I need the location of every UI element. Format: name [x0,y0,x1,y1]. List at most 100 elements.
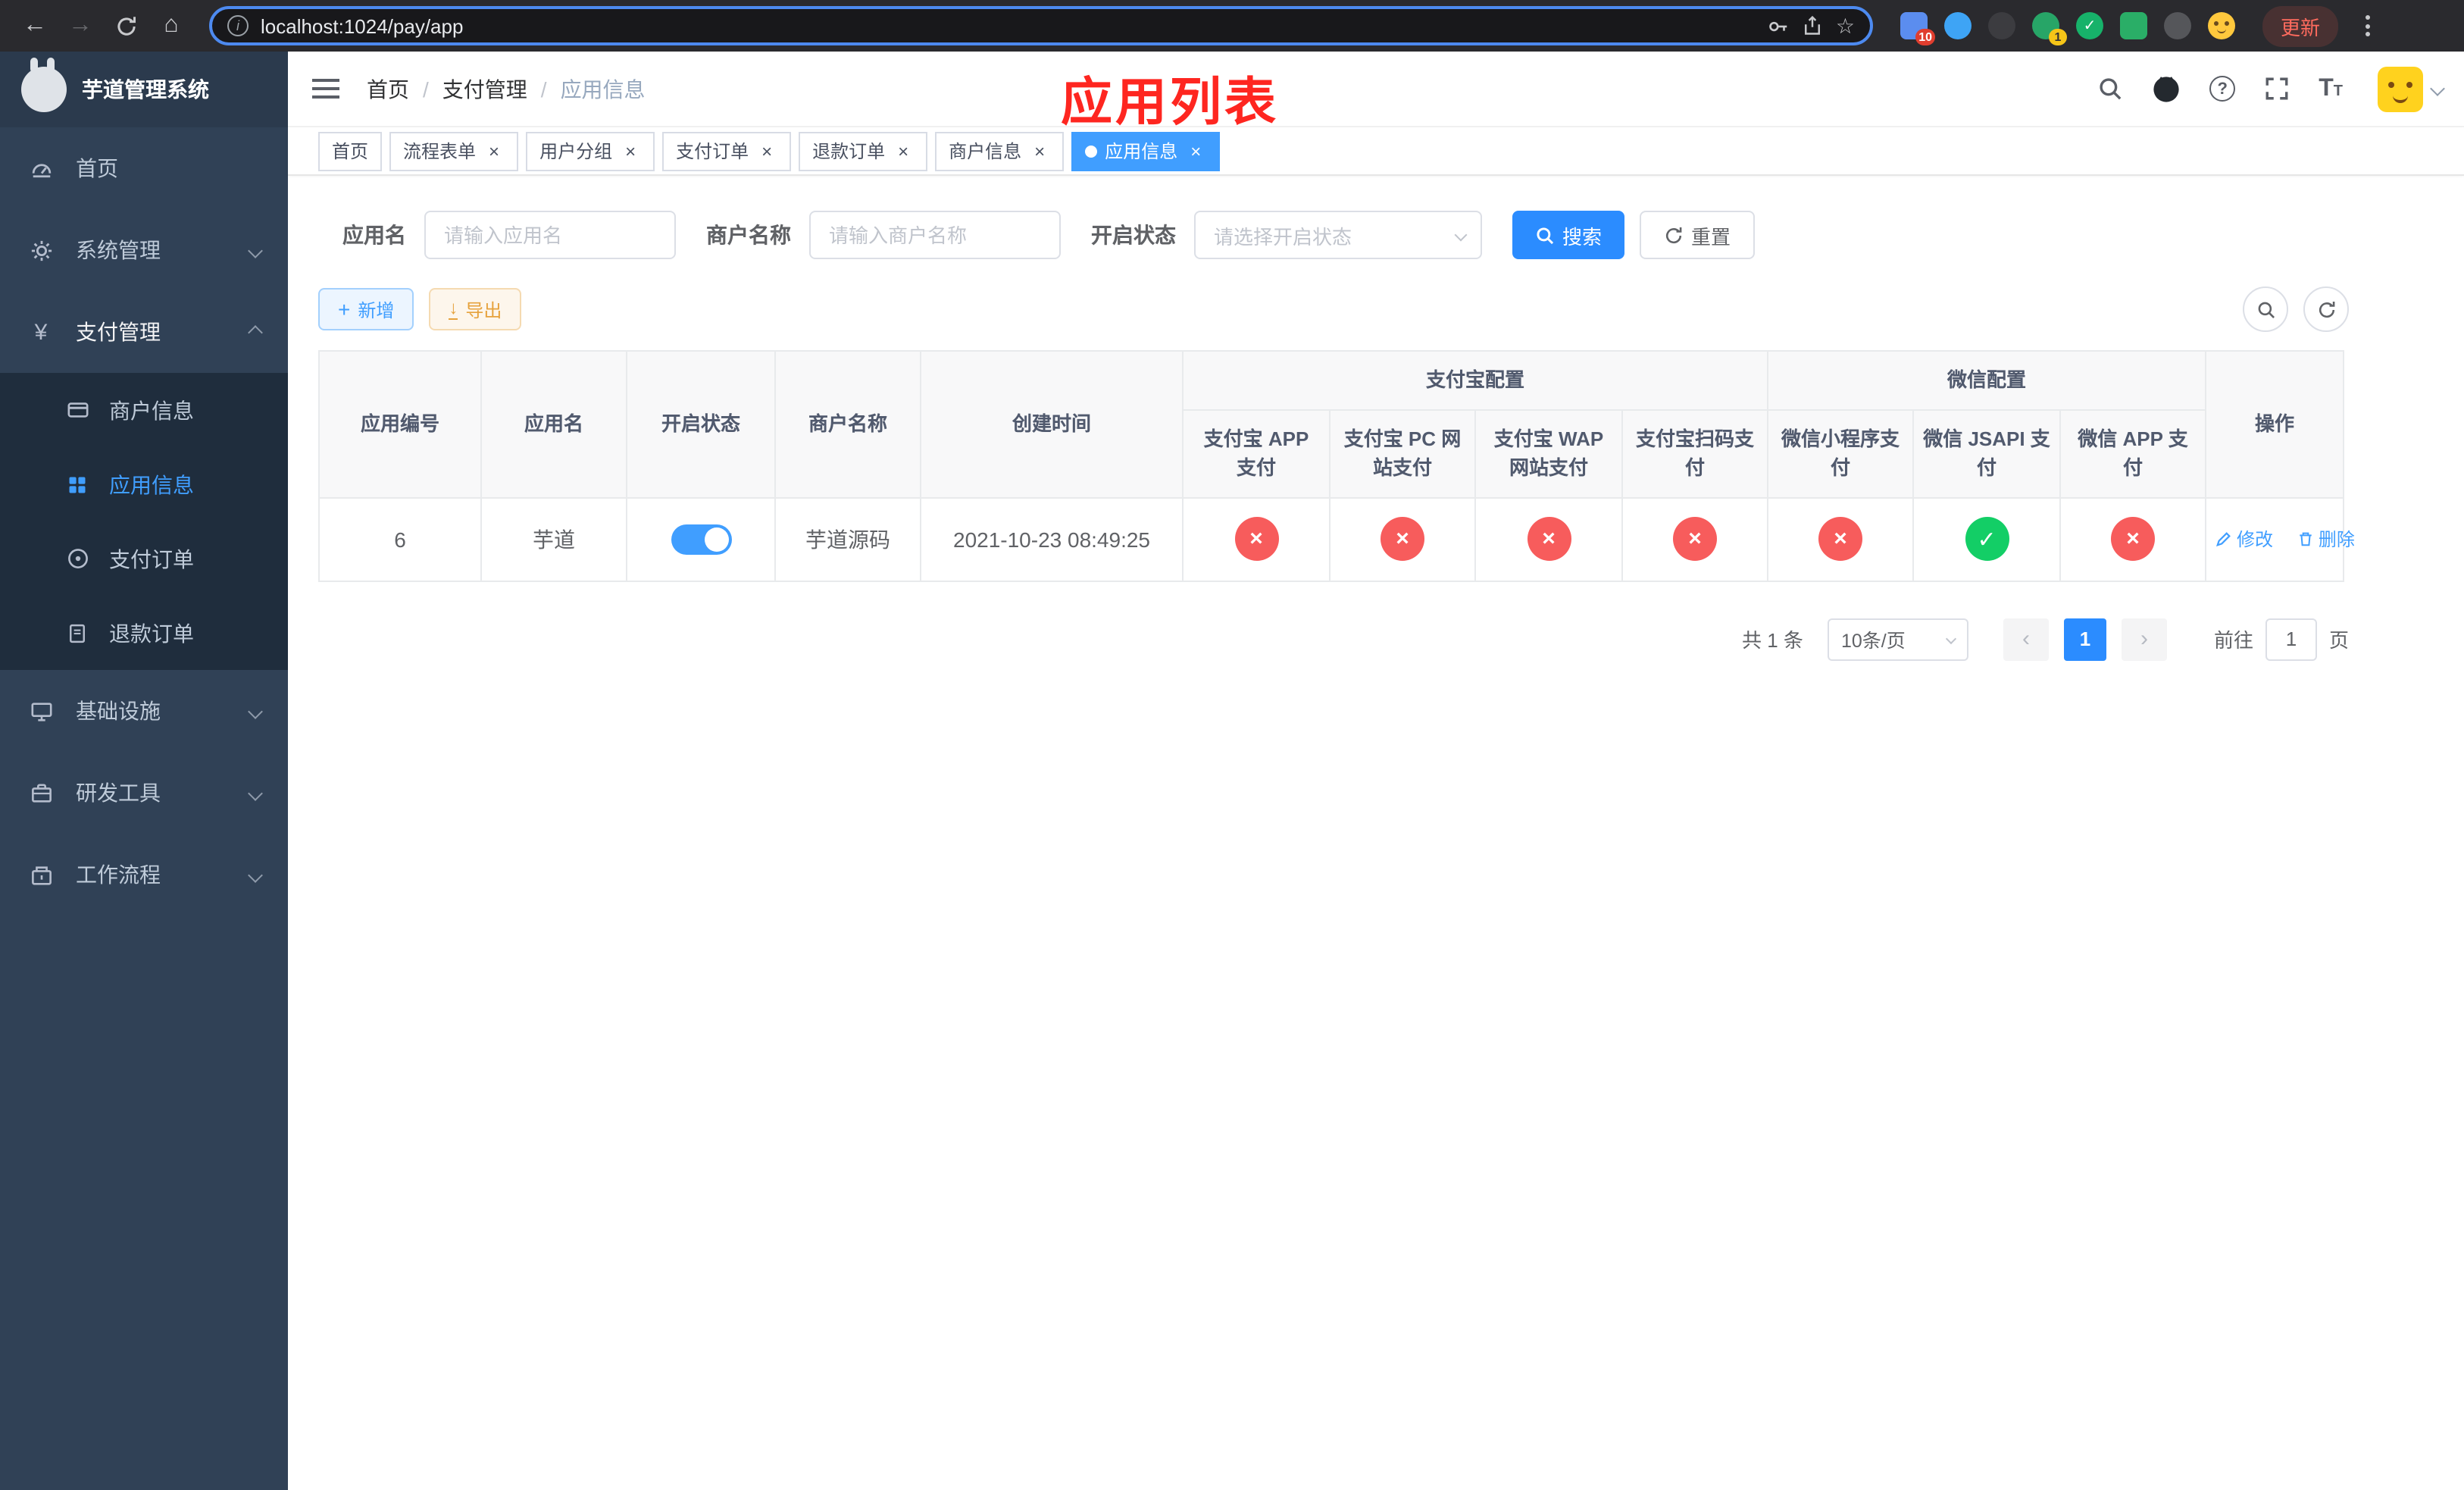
sidebar-item-dev-tools[interactable]: 研发工具 [0,752,288,834]
search-button[interactable]: 搜索 [1512,211,1625,259]
cell-app-id: 6 [318,496,482,581]
status-toggle[interactable] [671,524,731,554]
extension-avatar-icon[interactable]: 1 [2032,12,2067,45]
breadcrumb-home[interactable]: 首页 [367,74,409,104]
tab-merchant-info[interactable]: 商户信息 × [935,131,1065,171]
close-icon[interactable]: × [620,140,641,161]
wx-jsapi-status-icon: ✓ [1965,517,2009,561]
github-icon[interactable] [2152,74,2181,103]
bookmark-star-icon[interactable]: ☆ [1836,13,1855,39]
app-name-input[interactable] [424,211,676,259]
password-key-icon[interactable] [1768,14,1790,37]
close-icon[interactable]: × [1185,140,1206,161]
column-header-alipay-wap: 支付宝 WAP 网站支付 [1474,408,1623,498]
page-size-select[interactable]: 10条/页 [1827,618,1968,660]
profile-avatar-icon[interactable] [2208,12,2235,39]
tab-label: 商户信息 [949,141,1022,162]
browser-update-button[interactable]: 更新 [2262,5,2339,46]
menu-label: 支付管理 [76,320,161,344]
breadcrumb-current: 应用信息 [560,77,646,101]
column-header-wx-jsapi: 微信 JSAPI 支付 [1912,408,2062,498]
breadcrumb-payment[interactable]: 支付管理 [442,74,527,104]
menu-label: 研发工具 [76,781,161,805]
column-header-status: 开启状态 [626,350,776,498]
prev-page-button[interactable]: ‹ [2003,618,2049,660]
toggle-search-button[interactable] [2243,286,2288,332]
select-placeholder: 请选择开启状态 [1214,225,1352,248]
delete-button[interactable]: 删除 [2297,526,2355,552]
extension-check-icon[interactable]: ✓ [2076,12,2103,39]
column-header-alipay-pc: 支付宝 PC 网站支付 [1329,408,1476,498]
menu-label: 商户信息 [109,398,194,422]
close-icon[interactable]: × [1029,140,1050,161]
address-bar[interactable]: i localhost:1024/pay/app ☆ [209,6,1873,45]
alipay-wap-status-icon: × [1527,517,1571,561]
sidebar-item-refund-order[interactable]: 退款订单 [0,596,288,670]
chevron-down-icon [2430,81,2445,96]
tab-user-group[interactable]: 用户分组 × [526,131,655,171]
browser-forward-icon[interactable]: → [61,6,100,45]
breadcrumb-separator: / [540,77,547,101]
fullscreen-icon[interactable] [2264,76,2290,102]
reset-button[interactable]: 重置 [1640,211,1756,259]
page-size-value: 10条/页 [1840,631,1906,652]
goto-page-input[interactable] [2265,618,2317,660]
wx-app-status-icon: × [2111,517,2156,561]
column-header-wx-app: 微信 APP 支付 [2059,408,2207,498]
merchant-name-label: 商户名称 [706,223,791,247]
sidebar-item-infrastructure[interactable]: 基础设施 [0,670,288,752]
app-table: 应用编号 应用名 开启状态 商户名称 创建时间 支付宝配置 微信配置 操作 支付… [318,350,2355,581]
browser-reload-icon[interactable] [106,6,145,45]
merchant-name-input[interactable] [809,211,1061,259]
tab-home[interactable]: 首页 [318,131,383,171]
page-number-button[interactable]: 1 [2063,618,2106,660]
hamburger-icon[interactable] [288,77,364,100]
add-button[interactable]: + 新增 [318,288,414,330]
chevron-down-icon [248,243,263,258]
column-header-wx-mini: 微信小程序支付 [1767,408,1915,498]
status-select[interactable]: 请选择开启状态 [1194,211,1482,259]
tab-pay-order[interactable]: 支付订单 × [662,131,792,171]
refresh-button[interactable] [2303,286,2349,332]
browser-toolbar: ← → ⌂ i localhost:1024/pay/app ☆ 10 1 ✓ [0,0,2464,52]
user-avatar[interactable] [2378,66,2423,111]
sidebar-item-system[interactable]: 系统管理 [0,209,288,291]
sidebar-item-merchant-info[interactable]: 商户信息 [0,373,288,447]
extension-dark-icon[interactable] [1988,12,2015,39]
search-icon[interactable] [2097,76,2123,102]
browser-home-icon[interactable]: ⌂ [152,6,191,45]
sidebar-item-pay-order[interactable]: 支付订单 [0,521,288,596]
close-icon[interactable]: × [483,140,505,161]
goto-unit-label: 页 [2328,629,2349,652]
sidebar-item-payment[interactable]: ¥ 支付管理 [0,291,288,373]
user-menu[interactable] [2378,66,2445,111]
sidebar-item-app-info[interactable]: 应用信息 [0,447,288,521]
tab-app-info[interactable]: 应用信息 × [1071,131,1221,171]
close-icon[interactable]: × [893,140,914,161]
group-header-wechat: 微信配置 [1767,350,2207,410]
browser-menu-icon[interactable] [2359,9,2376,42]
edit-button[interactable]: 修改 [2215,526,2273,552]
sidebar-item-home[interactable]: 首页 [0,127,288,209]
sidebar-item-workflow[interactable]: 工作流程 [0,834,288,916]
breadcrumb: 首页 / 支付管理 / 应用信息 [367,74,646,104]
site-info-icon[interactable]: i [227,15,249,36]
export-button[interactable]: ↓ 导出 [429,288,522,330]
share-icon[interactable] [1803,15,1824,36]
extension-chat-icon[interactable] [2120,12,2147,39]
tab-refund-order[interactable]: 退款订单 × [799,131,928,171]
font-size-icon[interactable]: TT [2319,75,2343,102]
extensions-pin-icon[interactable] [2164,12,2191,39]
card-icon [64,399,91,421]
browser-back-icon[interactable]: ← [15,6,55,45]
main-content: 应用名 商户名称 开启状态 请选择开启状态 搜索 [288,177,2464,1490]
sidebar-menu: 首页 系统管理 ¥ 支付管理 商户信息 应用信息 支付订单 退款订单 基础设施 … [0,127,288,916]
extension-drop-icon[interactable] [1944,12,1972,39]
extension-puzzle-icon[interactable]: 10 [1900,12,1935,45]
close-icon[interactable]: × [756,140,777,161]
menu-label: 系统管理 [76,238,161,262]
help-icon[interactable]: ? [2209,76,2236,102]
group-header-alipay: 支付宝配置 [1181,350,1769,410]
next-page-button[interactable]: › [2121,618,2167,660]
tab-process-form[interactable]: 流程表单 × [389,131,519,171]
